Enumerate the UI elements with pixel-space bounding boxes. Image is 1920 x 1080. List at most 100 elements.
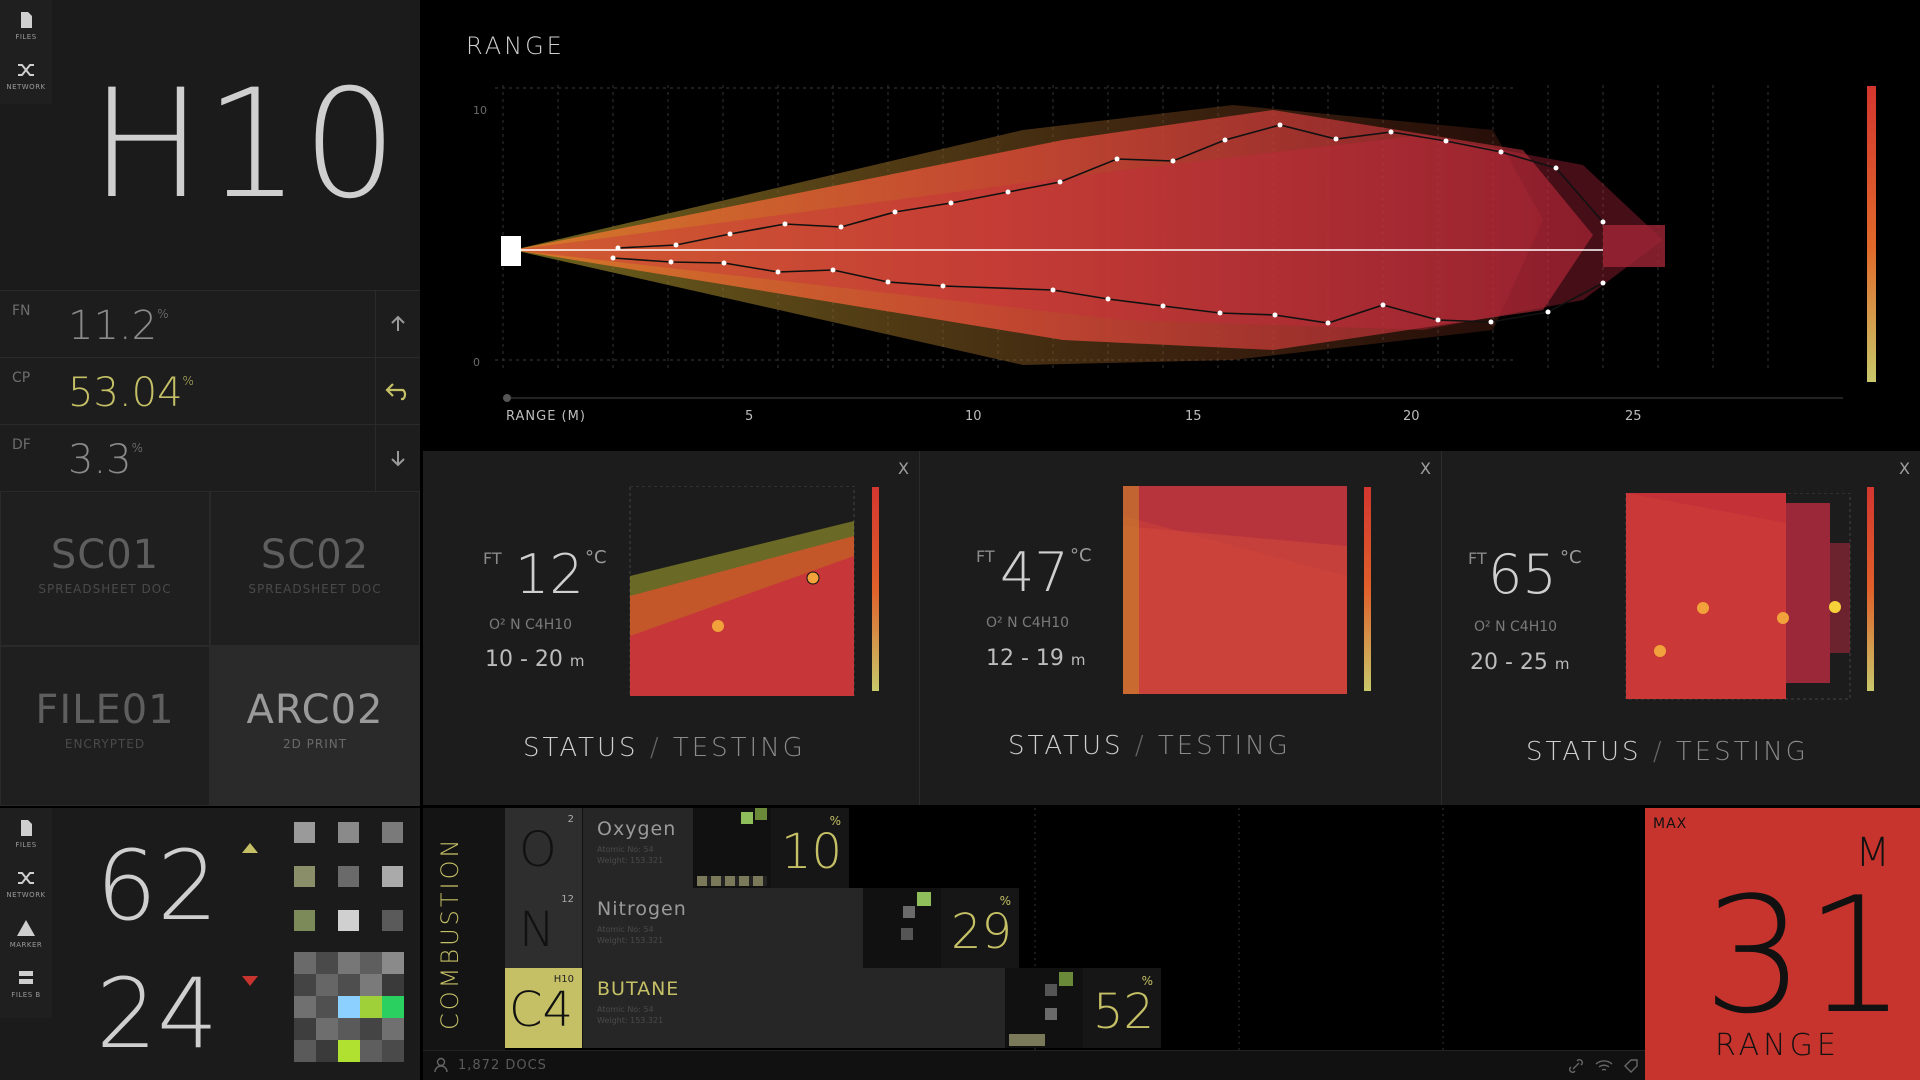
temp-unit: °C (585, 547, 607, 568)
range-chart: 10 0 RANGE (M) 5 10 15 20 25 (473, 85, 1876, 424)
element-symbol: C4 (509, 982, 574, 1038)
percent-unit: % (829, 814, 841, 828)
range-text: 12 - 19 m (986, 646, 1086, 671)
tile-subtitle: 2D PRINT (282, 737, 348, 751)
network-label: NETWORK (6, 890, 46, 899)
network-button[interactable]: NETWORK (0, 858, 52, 908)
percent-value: 52 (1093, 984, 1155, 1040)
element-atomic: H10 (553, 974, 574, 985)
mini-pixels-butane (1005, 968, 1083, 1048)
element-name: BUTANE (597, 978, 680, 1000)
files-button[interactable]: FILES (0, 0, 52, 50)
tag-icon[interactable] (1623, 1058, 1639, 1074)
files-button[interactable]: FILES (0, 808, 52, 858)
increase-button[interactable] (375, 291, 420, 357)
wifi-icon[interactable] (1595, 1058, 1613, 1074)
temp-value: 65 (1488, 543, 1557, 606)
card-chart (1625, 493, 1851, 700)
card-chart (1123, 486, 1347, 694)
files-b-label: FILES B (11, 990, 41, 999)
tile-subtitle: SPREADSHEET DOC (38, 582, 172, 596)
combustion-label: COMBUSTION (436, 836, 464, 1030)
file-icon (21, 11, 32, 28)
x-tick-10: 10 (965, 409, 982, 424)
tile-subtitle: SPREADSHEET DOC (248, 582, 382, 596)
bottom-rail: FILES NETWORK MARKER FILES B (0, 808, 52, 1018)
card-1: X FT 12 °C O² N C4H10 10 - 20 m STATUS /… (423, 451, 920, 805)
marker-label: MARKER (9, 940, 43, 949)
element-name: Nitrogen (597, 898, 687, 920)
temp-value: 12 (515, 543, 584, 606)
docs-count: 1,872 DOCS (458, 1058, 547, 1073)
triangle-icon (17, 919, 35, 936)
tile-title: ARC02 (246, 687, 384, 733)
percent-butane: 52 % (1083, 968, 1161, 1048)
y-tick-10: 10 (473, 104, 487, 117)
link-icon[interactable] (1568, 1058, 1584, 1074)
element-butane[interactable]: C4 H10 (505, 968, 583, 1048)
element-bar-oxygen: Oxygen Atomic No: 54 Weight: 153.321 (583, 808, 693, 888)
tile-file01[interactable]: FILE01 ENCRYPTED (0, 646, 210, 806)
user-icon (434, 1057, 448, 1073)
x-tick-15: 15 (1185, 409, 1202, 424)
gas-list: O² N C4H10 (489, 617, 573, 633)
stat-value: 53.04% (68, 370, 194, 416)
card-gauge (1364, 487, 1371, 691)
max-range-panel: MAX M 31 RANGE (1645, 808, 1920, 1080)
shuffle-icon (18, 63, 34, 76)
percent-value: 29 (951, 904, 1013, 960)
arrow-up-icon (391, 315, 405, 331)
element-nitrogen[interactable]: N 12 (505, 888, 583, 968)
temp-unit: °C (1070, 545, 1092, 566)
x-tick-25: 25 (1625, 409, 1642, 424)
noise-map (294, 952, 404, 1062)
max-value: 31 (1703, 862, 1907, 1049)
percent-unit: % (1141, 974, 1153, 988)
element-meta: Atomic No: 54 Weight: 153.321 (597, 845, 664, 865)
max-range-label: RANGE (1715, 1028, 1840, 1063)
tile-title: SC02 (260, 532, 370, 578)
range-gauge (1867, 86, 1876, 382)
stack-icon (19, 970, 33, 984)
element-bar-butane: BUTANE Atomic No: 54 Weight: 153.321 (583, 968, 1005, 1048)
top-rail: FILES NETWORK (0, 0, 52, 104)
tile-arc02[interactable]: ARC02 2D PRINT (210, 646, 420, 806)
stat-value: 11.2% (68, 303, 169, 349)
status-line: STATUS / TESTING (523, 733, 806, 763)
close-button[interactable]: X (1899, 459, 1910, 478)
down-caret-icon (242, 976, 258, 986)
element-meta: Atomic No: 54 Weight: 153.321 (597, 925, 664, 945)
file-icon (21, 819, 32, 836)
temp-unit: °C (1560, 547, 1582, 568)
files-b-button[interactable]: FILES B (0, 958, 52, 1008)
close-button[interactable]: X (898, 459, 909, 478)
network-button[interactable]: NETWORK (0, 50, 52, 100)
ft-label: FT (483, 549, 502, 568)
stat-key: FN (12, 303, 31, 319)
max-label: MAX (1653, 816, 1688, 832)
tile-sc02[interactable]: SC02 SPREADSHEET DOC (210, 491, 420, 646)
status-line: STATUS / TESTING (1526, 737, 1809, 767)
return-button[interactable] (375, 358, 420, 424)
element-bar-nitrogen: Nitrogen Atomic No: 54 Weight: 153.321 (583, 888, 863, 968)
tile-sc01[interactable]: SC01 SPREADSHEET DOC (0, 491, 210, 646)
stat-key: DF (12, 437, 31, 453)
gas-list: O² N C4H10 (1474, 619, 1558, 635)
up-caret-icon (242, 843, 258, 853)
element-oxygen[interactable]: O 2 (505, 808, 583, 888)
card-chart (629, 486, 855, 696)
counter-bottom: 24 (96, 958, 219, 1070)
device-title: H10 (90, 58, 400, 232)
mini-pixels-nitrogen (863, 888, 941, 968)
emitter-marker[interactable] (501, 236, 521, 266)
element-atomic: 12 (561, 894, 574, 905)
files-label: FILES (15, 32, 37, 41)
close-button[interactable]: X (1420, 459, 1431, 478)
marker-button[interactable]: MARKER (0, 908, 52, 958)
decrease-button[interactable] (375, 425, 420, 491)
element-name: Oxygen (597, 818, 677, 840)
range-text: 20 - 25 m (1470, 650, 1570, 675)
stat-row-df: DF 3.3% (0, 424, 420, 491)
percent-unit: % (999, 894, 1011, 908)
range-text: 10 - 20 m (485, 647, 585, 672)
